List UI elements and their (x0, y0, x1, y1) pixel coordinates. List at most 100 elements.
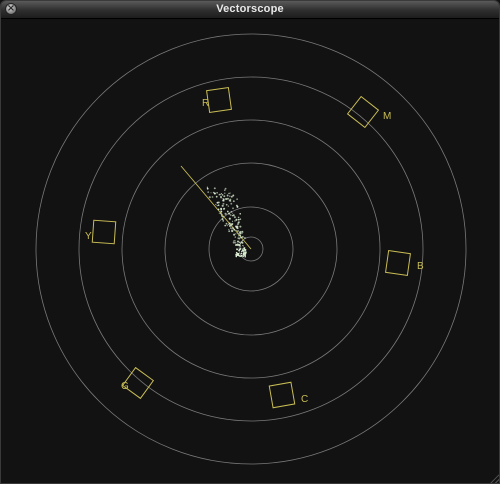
trace-dot (228, 222, 231, 225)
trace-dot (206, 186, 209, 188)
trace-dot (210, 192, 212, 194)
trace-dot (208, 196, 211, 199)
trace-dot (232, 212, 234, 214)
trace-dot (231, 227, 235, 230)
target-c: C (268, 381, 308, 409)
target-box (91, 219, 117, 245)
trace-dot (224, 192, 226, 194)
target-label: C (301, 394, 308, 405)
trace-dot (231, 220, 234, 222)
trace-dot (239, 234, 241, 237)
trace-dot (233, 228, 236, 231)
trace-dot (232, 200, 235, 203)
trace-dot (244, 249, 247, 251)
target-label: B (417, 261, 424, 272)
trace-dot (229, 214, 232, 216)
trace-dot (229, 192, 231, 194)
target-r: R (202, 87, 232, 113)
trace-dot (244, 254, 246, 256)
trace-dot (240, 246, 242, 248)
trace-dot (229, 225, 231, 227)
trace-dot (238, 235, 240, 237)
trace-dot (228, 228, 230, 231)
trace-dot (220, 197, 222, 199)
trace-dot (237, 237, 239, 239)
trace-dot (236, 205, 239, 208)
trace-dot (243, 252, 245, 255)
trace-dot (242, 239, 244, 242)
trace-dot (238, 218, 240, 221)
trace-dot (220, 210, 223, 213)
trace-dot (236, 223, 239, 226)
trace-dot (234, 220, 236, 222)
trace-dot (206, 187, 209, 190)
trace-dot (234, 240, 236, 242)
trace-dot (243, 237, 246, 239)
trace-dot (234, 244, 237, 246)
trace-dot (241, 232, 243, 234)
trace-dot (233, 216, 236, 219)
trace-dot (223, 195, 226, 198)
trace-dot (207, 191, 210, 193)
trace-dot (224, 189, 226, 191)
trace-dot (217, 201, 220, 204)
trace-dot (217, 204, 220, 207)
trace-dot (238, 249, 240, 252)
target-m: M (346, 95, 391, 129)
trace-dot (237, 240, 239, 243)
trace-dot (241, 241, 244, 244)
trace-dot (220, 193, 223, 195)
trace-dot (211, 196, 214, 198)
trace-dot (230, 202, 233, 205)
trace-dot (238, 241, 241, 244)
resize-grip[interactable] (490, 474, 499, 483)
trace-dot (239, 248, 241, 250)
trace-dot (222, 199, 224, 202)
trace-dot (235, 218, 238, 221)
trace-dot (215, 203, 217, 206)
trace-dot (236, 253, 239, 255)
trace-dot (230, 195, 233, 198)
target-box (346, 95, 380, 129)
trace-dot (224, 224, 227, 227)
trace-dot (215, 195, 218, 198)
trace-dot (218, 194, 220, 196)
trace-dot (241, 235, 244, 238)
trace-dot (240, 252, 243, 255)
trace-dot (226, 194, 229, 197)
trace-dot (225, 222, 228, 225)
trace-dot (221, 215, 223, 217)
trace-dot (231, 229, 233, 232)
target-label: M (383, 111, 391, 122)
title-bar[interactable]: × Vectorscope (1, 1, 499, 19)
trace-dot (230, 211, 233, 213)
target-label: R (202, 98, 209, 109)
trace-dot (235, 255, 237, 257)
trace-dot (239, 233, 241, 235)
trace-dot (239, 230, 242, 233)
trace-dot (237, 227, 239, 230)
trace-dot (232, 214, 235, 217)
trace-dot (228, 192, 230, 195)
skin-tone-line (180, 165, 252, 250)
trace-dot (226, 224, 228, 227)
trace-dot (222, 220, 225, 222)
target-box (206, 87, 232, 113)
trace-dot (240, 255, 242, 257)
trace-dot (230, 223, 233, 226)
trace-dot (221, 194, 224, 196)
vectorscope-window: × Vectorscope R M B C G Y (0, 0, 500, 484)
trace-dot (217, 208, 220, 211)
target-label: Y (85, 231, 92, 242)
trace-dot (224, 212, 227, 215)
target-g: G (121, 366, 155, 400)
trace-dot (232, 207, 234, 210)
trace-dot (242, 255, 244, 258)
trace-dot (212, 191, 215, 194)
trace-dot (220, 208, 222, 211)
trace-dot (236, 248, 238, 251)
window-title: Vectorscope (216, 3, 284, 15)
trace-dot (237, 233, 239, 235)
trace-dot (234, 236, 236, 238)
trace-dot (228, 217, 231, 220)
